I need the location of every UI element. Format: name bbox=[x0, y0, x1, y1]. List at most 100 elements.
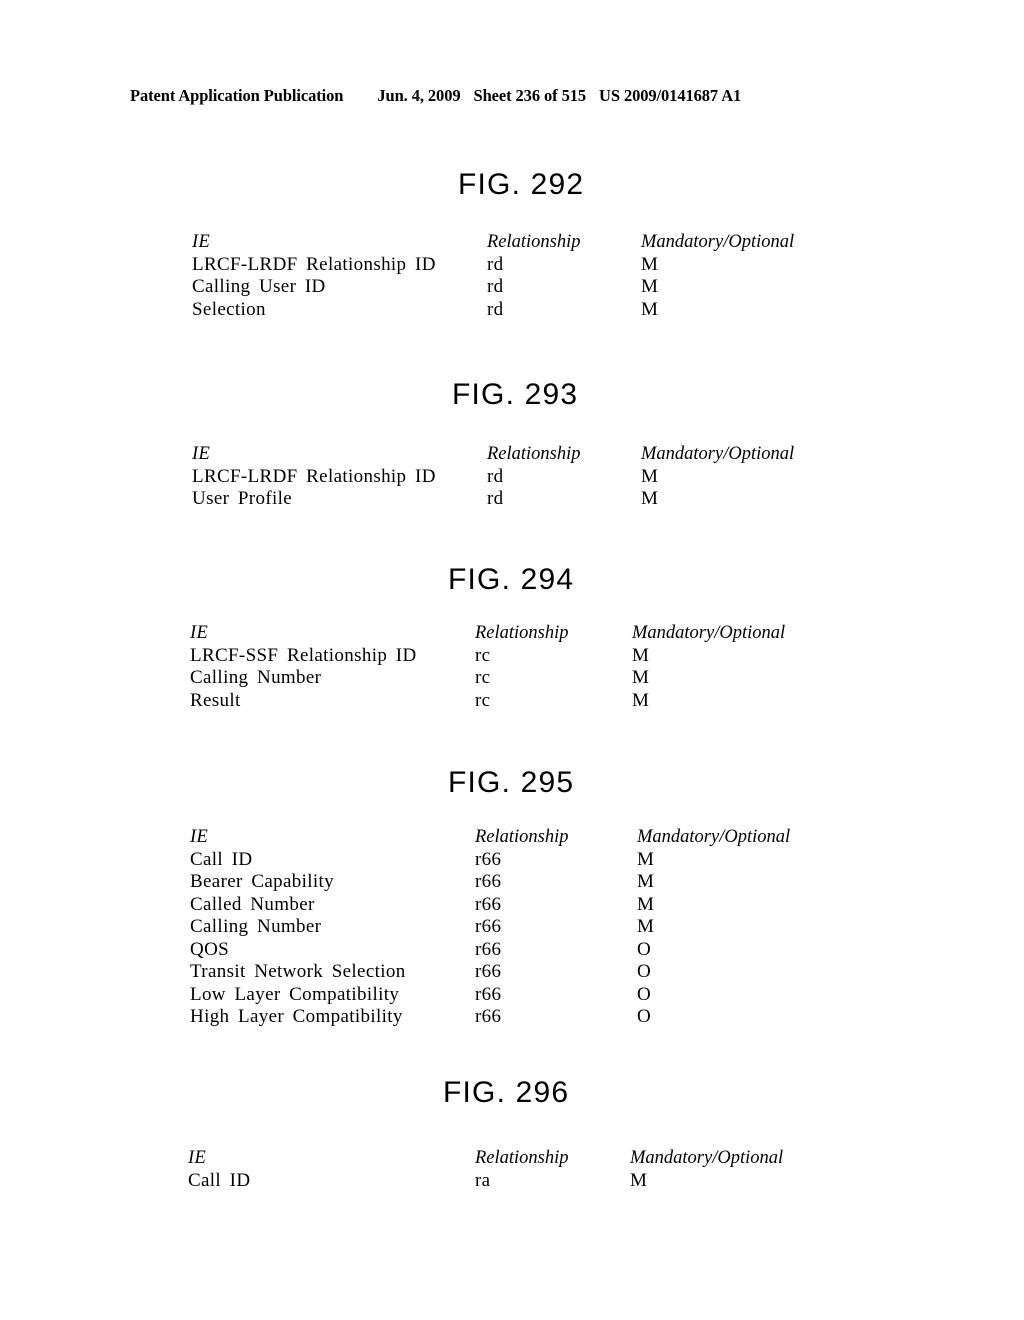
column-header-mandatory-optional: Mandatory/Optional bbox=[632, 623, 786, 643]
figure-title: FIG. 293 bbox=[452, 378, 579, 411]
cell-ie: Called Number bbox=[190, 893, 315, 915]
table-row: Low Layer Compatibility r66 O bbox=[0, 984, 1024, 1007]
table-row: Calling Number r66 M bbox=[0, 916, 1024, 939]
cell-relationship: r66 bbox=[475, 961, 502, 982]
column-header-ie: IE bbox=[190, 623, 209, 643]
cell-relationship: r66 bbox=[475, 916, 502, 937]
figure-table: IE Relationship Mandatory/Optional Call ID r… bbox=[0, 826, 1024, 1029]
table-row: High Layer Compatibility r66 O bbox=[0, 1006, 1024, 1029]
column-header-mandatory-optional: Mandatory/Optional bbox=[630, 1148, 784, 1168]
figure-table: IE Relationship Mandatory/Optional LRCF-LRD… bbox=[0, 443, 1024, 511]
figure-title: FIG. 296 bbox=[443, 1076, 570, 1109]
cell-ie: Calling Number bbox=[190, 916, 322, 937]
column-header-relationship: Relationship bbox=[487, 232, 581, 252]
table-row: QOS r66 O bbox=[0, 939, 1024, 962]
publication-date: Jun. 4, 2009 bbox=[377, 86, 461, 105]
cell-mandatory-optional: M bbox=[630, 1169, 648, 1191]
column-header-mandatory-optional: Mandatory/Optional bbox=[641, 232, 795, 252]
cell-mandatory-optional: M bbox=[637, 871, 655, 892]
sheet-number: Sheet 236 of 515 bbox=[473, 86, 587, 105]
column-header-ie: IE bbox=[192, 444, 211, 464]
cell-ie: QOS bbox=[190, 938, 230, 960]
cell-ie: Call ID bbox=[190, 848, 253, 870]
figure-table: IE Relationship Mandatory/Optional Call ID r… bbox=[0, 1147, 1024, 1192]
cell-mandatory-optional: M bbox=[637, 848, 655, 870]
cell-relationship: r66 bbox=[475, 848, 502, 870]
cell-mandatory-optional: M bbox=[641, 253, 659, 275]
table-header-row: IE Relationship Mandatory/Optional bbox=[0, 1147, 1024, 1170]
cell-mandatory-optional: M bbox=[632, 667, 650, 688]
table-row: LRCF-LRDF Relationship ID rd M bbox=[0, 466, 1024, 489]
cell-mandatory-optional: M bbox=[641, 488, 659, 509]
cell-relationship: r66 bbox=[475, 938, 502, 960]
cell-relationship: r66 bbox=[475, 871, 502, 892]
cell-relationship: ra bbox=[475, 1169, 491, 1191]
cell-ie: Calling Number bbox=[190, 667, 322, 688]
cell-relationship: rd bbox=[487, 298, 504, 320]
cell-relationship: rd bbox=[487, 488, 504, 509]
table-header-row: IE Relationship Mandatory/Optional bbox=[0, 622, 1024, 645]
cell-ie: Selection bbox=[192, 298, 266, 320]
column-header-ie: IE bbox=[188, 1148, 207, 1168]
page-running-header: Patent Application Publication Jun. 4, 20… bbox=[130, 86, 890, 106]
table-row: Call ID r66 M bbox=[0, 849, 1024, 872]
table-row: Selection rd M bbox=[0, 299, 1024, 322]
table-row: Transit Network Selection r66 O bbox=[0, 961, 1024, 984]
cell-mandatory-optional: O bbox=[637, 938, 652, 960]
cell-ie: LRCF-SSF Relationship ID bbox=[190, 644, 417, 666]
cell-relationship: rc bbox=[475, 644, 491, 666]
table-row: Result rc M bbox=[0, 690, 1024, 713]
cell-mandatory-optional: M bbox=[632, 689, 650, 711]
cell-relationship: r66 bbox=[475, 893, 502, 915]
cell-mandatory-optional: M bbox=[637, 916, 655, 937]
document-number: US 2009/0141687 A1 bbox=[599, 86, 742, 105]
column-header-relationship: Relationship bbox=[487, 444, 581, 464]
table-row: Calling User ID rd M bbox=[0, 276, 1024, 299]
column-header-relationship: Relationship bbox=[475, 623, 569, 643]
cell-mandatory-optional: M bbox=[632, 644, 650, 666]
table-header-row: IE Relationship Mandatory/Optional bbox=[0, 826, 1024, 849]
cell-ie: Bearer Capability bbox=[190, 871, 334, 892]
table-row: Called Number r66 M bbox=[0, 894, 1024, 917]
publication-label: Patent Application Publication bbox=[130, 86, 344, 105]
figure-title: FIG. 292 bbox=[458, 168, 585, 201]
column-header-ie: IE bbox=[192, 232, 211, 252]
column-header-relationship: Relationship bbox=[475, 1148, 569, 1168]
table-row: Bearer Capability r66 M bbox=[0, 871, 1024, 894]
column-header-ie: IE bbox=[190, 827, 209, 847]
cell-ie: High Layer Compatibility bbox=[190, 1006, 403, 1027]
table-row: LRCF-LRDF Relationship ID rd M bbox=[0, 254, 1024, 277]
table-row: LRCF-SSF Relationship ID rc M bbox=[0, 645, 1024, 668]
cell-mandatory-optional: O bbox=[637, 983, 652, 1005]
cell-mandatory-optional: M bbox=[641, 298, 659, 320]
cell-relationship: rd bbox=[487, 253, 504, 275]
column-header-mandatory-optional: Mandatory/Optional bbox=[641, 444, 795, 464]
table-row: Call ID ra M bbox=[0, 1170, 1024, 1193]
cell-ie: Result bbox=[190, 689, 241, 711]
figure-table: IE Relationship Mandatory/Optional LRCF-LRD… bbox=[0, 231, 1024, 321]
table-header-row: IE Relationship Mandatory/Optional bbox=[0, 443, 1024, 466]
cell-mandatory-optional: O bbox=[637, 961, 652, 982]
cell-ie: Low Layer Compatibility bbox=[190, 983, 400, 1005]
figure-title: FIG. 295 bbox=[448, 766, 575, 799]
cell-mandatory-optional: M bbox=[637, 893, 655, 915]
cell-ie: LRCF-LRDF Relationship ID bbox=[192, 465, 436, 487]
column-header-relationship: Relationship bbox=[475, 827, 569, 847]
cell-relationship: rc bbox=[475, 689, 491, 711]
cell-relationship: r66 bbox=[475, 983, 502, 1005]
cell-relationship: rd bbox=[487, 465, 504, 487]
cell-ie: LRCF-LRDF Relationship ID bbox=[192, 253, 436, 275]
table-header-row: IE Relationship Mandatory/Optional bbox=[0, 231, 1024, 254]
figure-title: FIG. 294 bbox=[448, 563, 575, 596]
table-row: Calling Number rc M bbox=[0, 667, 1024, 690]
cell-ie: Calling User ID bbox=[192, 276, 326, 297]
cell-mandatory-optional: M bbox=[641, 465, 659, 487]
cell-mandatory-optional: O bbox=[637, 1006, 652, 1027]
cell-ie: Call ID bbox=[188, 1169, 251, 1191]
cell-relationship: rc bbox=[475, 667, 491, 688]
cell-mandatory-optional: M bbox=[641, 276, 659, 297]
cell-relationship: rd bbox=[487, 276, 504, 297]
cell-relationship: r66 bbox=[475, 1006, 502, 1027]
column-header-mandatory-optional: Mandatory/Optional bbox=[637, 827, 791, 847]
cell-ie: Transit Network Selection bbox=[190, 961, 406, 982]
